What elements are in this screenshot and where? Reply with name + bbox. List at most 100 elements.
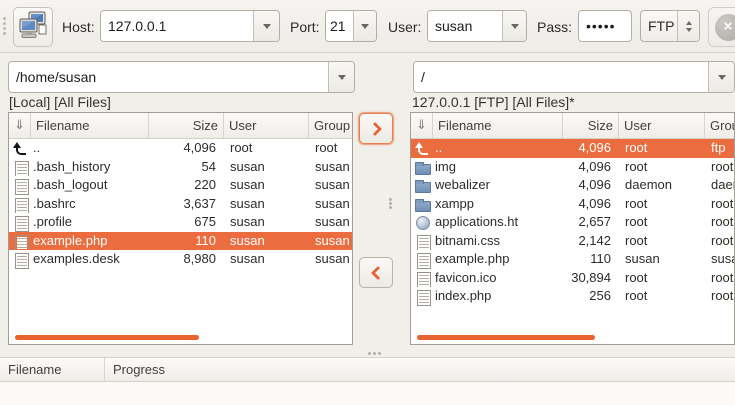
table-row[interactable]: bitnami.css 2,142 root root [411,232,734,251]
file-icon [9,213,31,232]
group-column-header[interactable]: Group [309,113,353,138]
file-icon [9,232,31,251]
file-icon [9,195,31,214]
local-status-label: [Local] [All Files] [9,94,111,110]
sort-column-header[interactable]: ⇓ [9,113,31,138]
table-row[interactable]: .bash_history 54 susan susan [9,158,352,177]
port-dropdown-button[interactable] [353,11,376,41]
transfer-queue-header: Filename Progress [0,357,735,382]
connection-toolbar: Host: Port: User: Pass: FTP × [0,0,735,53]
file-icon [411,250,433,269]
filename-column-header[interactable]: Filename [433,113,563,138]
stop-button[interactable]: × [708,7,735,47]
globe-icon [411,213,433,232]
local-path-input[interactable] [9,62,328,92]
sort-descending-icon: ⇓ [14,118,25,133]
table-row[interactable]: .bash_logout 220 susan susan [9,176,352,195]
remote-path-input[interactable] [414,62,708,92]
folder-icon [411,176,433,195]
horizontal-scrollbar-thumb[interactable] [15,335,199,340]
queue-progress-column-header[interactable]: Progress [105,358,735,381]
chevron-down-icon [718,75,726,84]
protocol-spinner[interactable] [677,11,699,41]
arrow-right-icon [367,121,381,135]
table-row[interactable]: applications.ht 2,657 root root [411,213,734,232]
size-column-header[interactable]: Size [149,113,224,138]
table-row[interactable]: webalizer 4,096 daemon daemon [411,176,734,195]
table-row[interactable]: .. 4,096 root ftp [411,139,734,158]
chevron-down-icon [263,24,271,33]
table-row[interactable]: .bashrc 3,637 susan susan [9,195,352,214]
port-label: Port: [290,11,320,43]
remote-rows: .. 4,096 root ftp img 4,096 root root we… [411,139,734,344]
remote-file-list: ⇓ Filename Size User Group .. 4,096 root… [410,112,735,345]
sort-column-header[interactable]: ⇓ [411,113,433,138]
folder-icon [411,195,433,214]
stop-x-icon: × [715,14,735,41]
transfer-queue-list[interactable] [0,382,735,405]
port-input[interactable] [326,11,353,41]
remote-status-label: 127.0.0.1 [FTP] [All Files]* [412,94,575,110]
user-column-header[interactable]: User [224,113,309,138]
user-label: User: [388,11,421,43]
spin-up-icon [686,18,692,25]
table-row[interactable]: img 4,096 root root [411,158,734,177]
remote-path-combo [413,61,735,93]
file-icon [9,250,31,269]
table-row[interactable]: .profile 675 susan susan [9,213,352,232]
table-row[interactable]: example.php 110 susan susan [9,232,352,251]
connect-computers-icon [18,10,48,45]
host-input[interactable] [101,11,253,41]
file-icon [9,158,31,177]
local-path-dropdown-button[interactable] [328,62,354,92]
password-input[interactable] [578,10,632,42]
remote-list-header: ⇓ Filename Size User Group [411,113,734,139]
pane-splitter-handle[interactable] [389,198,392,201]
host-label: Host: [62,11,95,43]
file-icon [9,176,31,195]
transfer-to-local-button[interactable] [359,257,393,288]
file-icon [411,287,433,306]
group-column-header[interactable]: Group [705,113,735,138]
port-combo [325,10,377,42]
spin-down-icon [686,28,692,35]
size-column-header[interactable]: Size [563,113,619,138]
file-icon [411,269,433,288]
table-row[interactable]: xampp 4,096 root root [411,195,734,214]
transfer-to-remote-button[interactable] [359,113,393,144]
chevron-down-icon [361,24,369,33]
folder-icon [411,158,433,177]
table-row[interactable]: example.php 110 susan susan [411,250,734,269]
user-dropdown-button[interactable] [502,11,526,41]
table-row[interactable]: .. 4,096 root root [9,139,352,158]
local-rows: .. 4,096 root root .bash_history 54 susa… [9,139,352,344]
local-list-header: ⇓ Filename Size User Group [9,113,352,139]
protocol-select[interactable]: FTP [640,10,700,42]
host-dropdown-button[interactable] [253,11,279,41]
up-icon [9,139,31,158]
file-icon [411,232,433,251]
chevron-down-icon [338,75,346,84]
sort-descending-icon: ⇓ [416,118,427,133]
remote-path-dropdown-button[interactable] [708,62,734,92]
chevron-down-icon [511,24,519,33]
table-row[interactable]: favicon.ico 30,894 root root [411,269,734,288]
user-combo [427,10,527,42]
queue-splitter-handle[interactable] [368,352,371,355]
user-input[interactable] [428,11,502,41]
horizontal-scrollbar-thumb[interactable] [417,335,595,340]
queue-filename-column-header[interactable]: Filename [0,358,105,381]
up-icon [411,139,433,158]
local-path-combo [8,61,355,93]
filename-column-header[interactable]: Filename [31,113,149,138]
table-row[interactable]: index.php 256 root root [411,287,734,306]
user-column-header[interactable]: User [619,113,705,138]
protocol-value: FTP [641,11,677,41]
arrow-left-icon [370,265,384,279]
local-file-list: ⇓ Filename Size User Group .. 4,096 root… [8,112,353,345]
connect-button[interactable] [13,7,53,47]
pass-label: Pass: [537,11,572,43]
table-row[interactable]: examples.desk 8,980 susan susan [9,250,352,269]
host-combo [100,10,280,42]
toolbar-drag-handle[interactable] [3,17,6,20]
